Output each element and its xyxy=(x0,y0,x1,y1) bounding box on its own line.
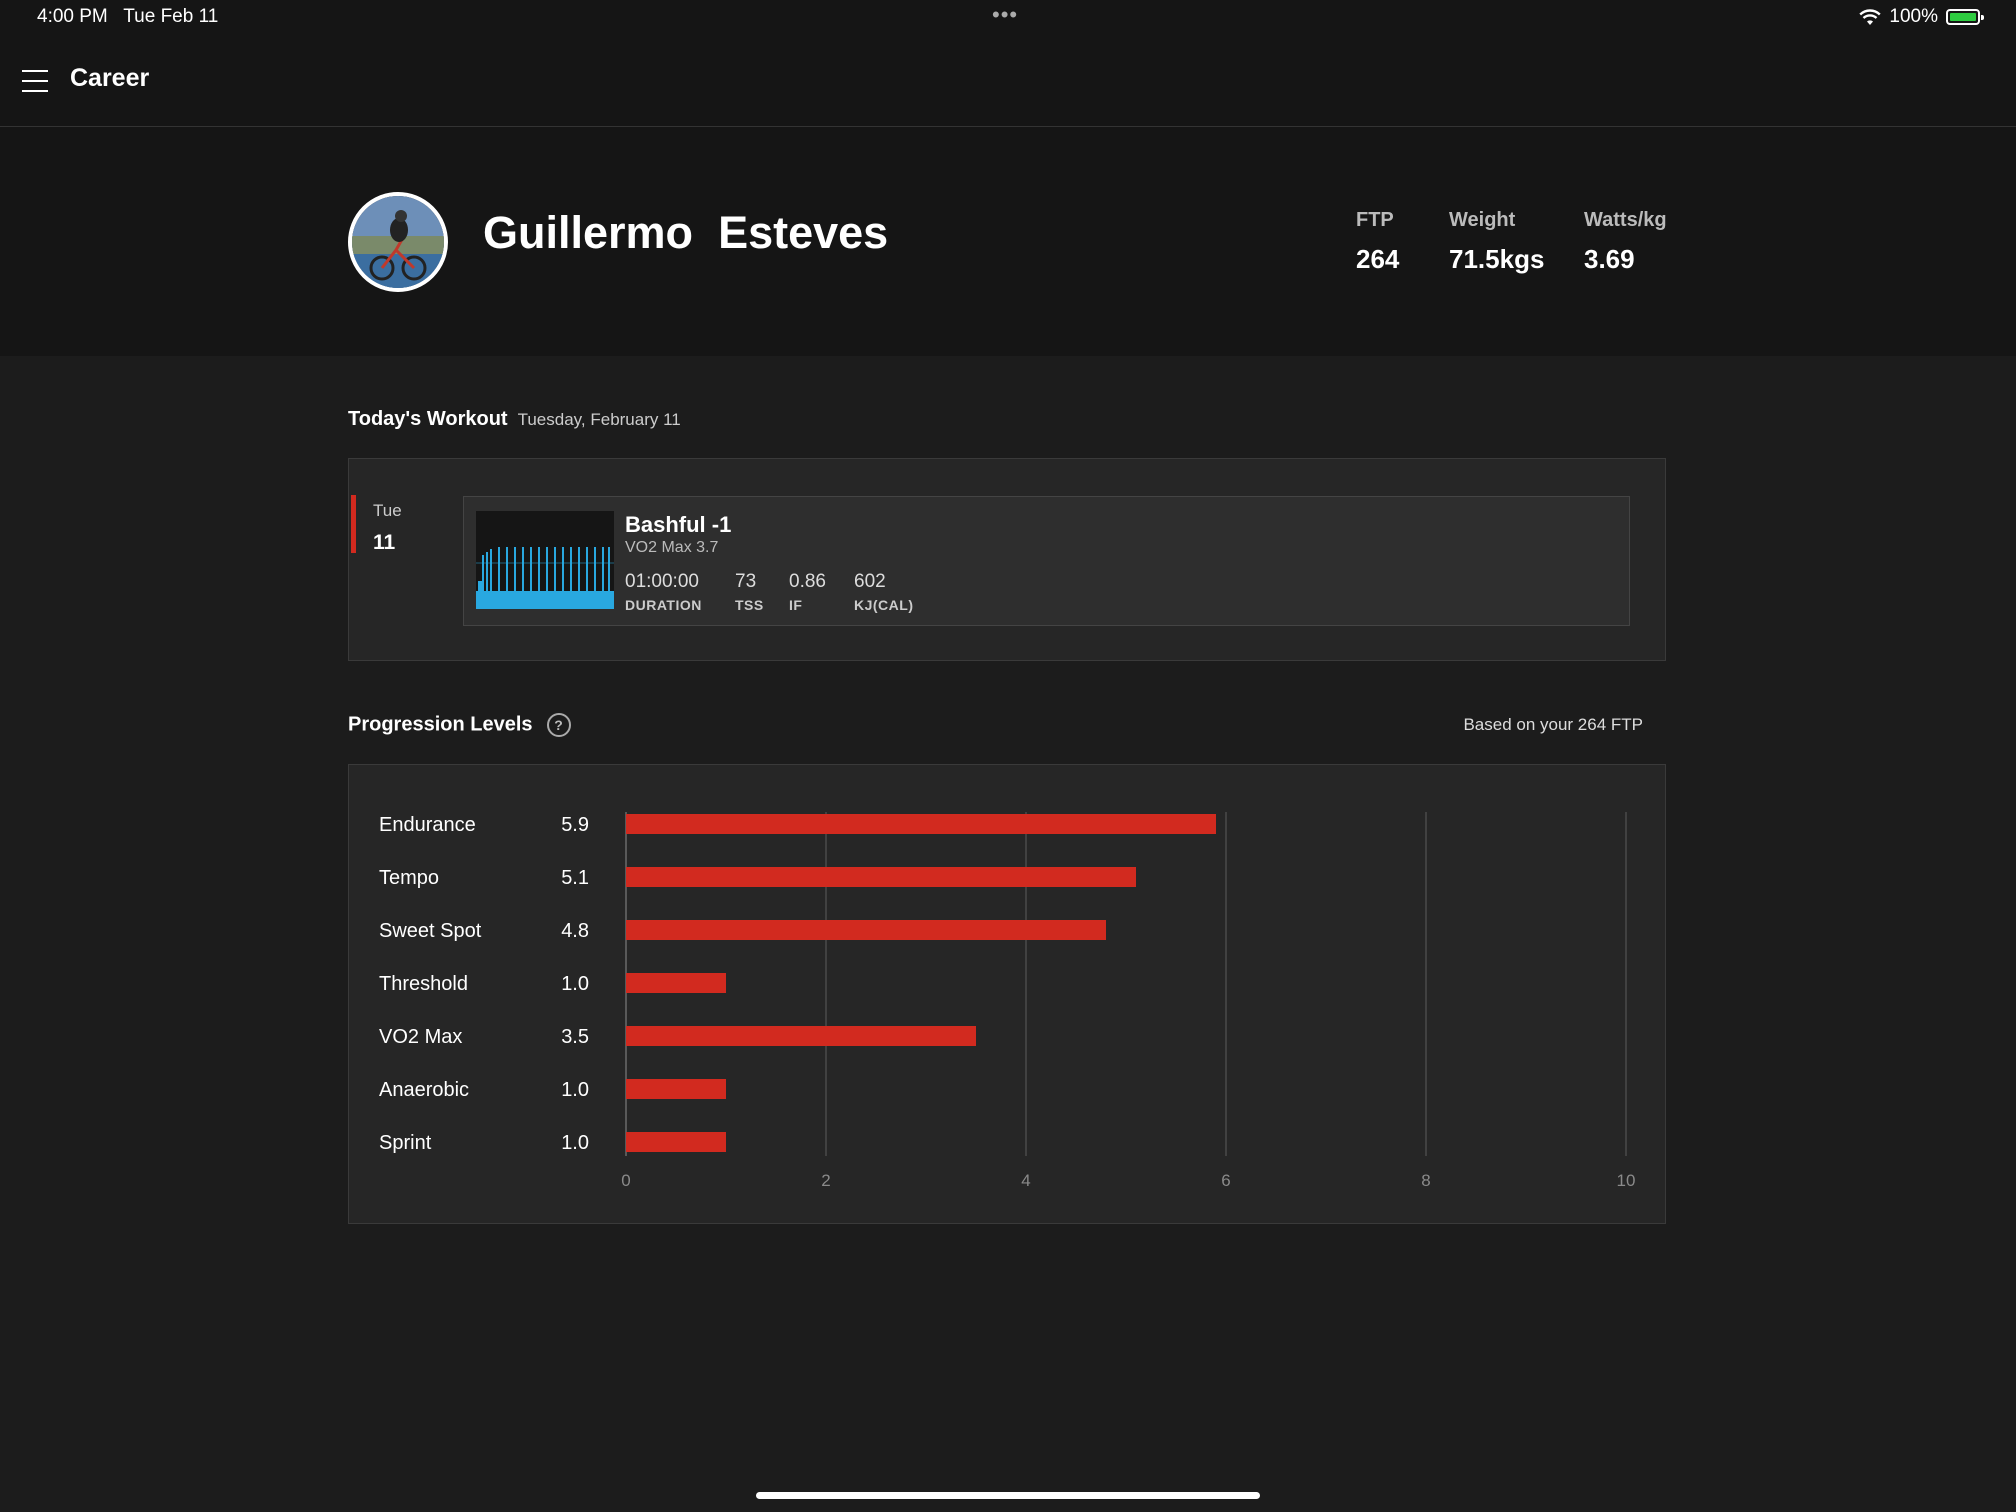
category-label: Threshold xyxy=(379,973,468,995)
status-indicators: 100% xyxy=(1859,5,1984,29)
page-title: Career xyxy=(70,64,150,92)
metric-value: 602 xyxy=(854,571,886,592)
todays-workout-date: Tuesday, February 11 xyxy=(517,410,681,429)
workout-item[interactable]: Bashful -1 VO2 Max 3.7 01:00:00 DURATION… xyxy=(463,496,1630,626)
bar-endurance xyxy=(626,814,1216,834)
category-label: VO2 Max xyxy=(379,1026,462,1048)
x-tick-label: 4 xyxy=(1021,1171,1030,1190)
stat-weight: Weight 71.5kgs xyxy=(1449,209,1544,275)
question-icon[interactable]: ? xyxy=(546,713,571,737)
bar-sweet-spot xyxy=(626,920,1106,940)
profile-header: Guillermo Esteves FTP 264 Weight 71.5kgs… xyxy=(0,127,2016,356)
workout-metric-duration: 01:00:00 DURATION xyxy=(625,571,702,613)
home-indicator[interactable] xyxy=(756,1492,1260,1499)
wifi-icon xyxy=(1859,8,1882,25)
stat-value: 264 xyxy=(1356,244,1400,274)
category-label: Sprint xyxy=(379,1132,432,1154)
x-tick-label: 10 xyxy=(1617,1171,1636,1190)
x-tick-label: 2 xyxy=(821,1171,830,1190)
metric-label: IF xyxy=(789,597,803,613)
multitasking-dots-icon[interactable]: ••• xyxy=(992,2,1018,28)
day-indicator xyxy=(351,495,356,553)
metric-label: DURATION xyxy=(625,597,702,613)
status-clock: 4:00 PM xyxy=(37,6,108,27)
user-first-name: Guillermo xyxy=(483,207,694,258)
x-tick-label: 6 xyxy=(1221,1171,1230,1190)
stat-value: 71.5kgs xyxy=(1449,244,1545,274)
progression-title: Progression Levels xyxy=(348,713,533,736)
user-last-name: Esteves xyxy=(718,207,889,258)
stat-ftp: FTP 264 xyxy=(1356,209,1399,275)
value-label: 1.0 xyxy=(561,1132,589,1154)
avatar-image xyxy=(352,196,444,288)
hamburger-icon[interactable] xyxy=(22,70,48,92)
user-name: Guillermo Esteves xyxy=(483,207,888,259)
bar-anaerobic xyxy=(626,1079,726,1099)
avatar[interactable] xyxy=(348,192,448,292)
workout-title: Bashful -1 xyxy=(625,512,732,537)
bar-vo2-max xyxy=(626,1026,976,1046)
workout-metric-tss: 73 TSS xyxy=(735,571,764,613)
bar-tempo xyxy=(626,867,1136,887)
workout-metric-if: 0.86 IF xyxy=(789,571,826,613)
x-tick-label: 0 xyxy=(621,1171,630,1190)
nav-bar: Career xyxy=(0,36,2016,127)
based-on-ftp: Based on your 264 FTP xyxy=(1463,715,1643,734)
status-date: Tue Feb 11 xyxy=(123,6,219,27)
stat-value: 3.69 xyxy=(1584,244,1635,274)
metric-value: 0.86 xyxy=(789,571,826,592)
progression-chart-card: 0 2 4 6 8 10 Endurance 5.9 Tempo 5.1 Sweet Spot 4.8… xyxy=(348,764,1666,1224)
progression-chart: 0 2 4 6 8 10 Endurance 5.9 Tempo 5.1 Sweet Spot 4.8… xyxy=(379,812,1636,1190)
metric-value: 01:00:00 xyxy=(625,571,699,592)
stat-watts-per-kg: Watts/kg 3.69 xyxy=(1584,209,1667,275)
workout-subtitle: VO2 Max 3.7 xyxy=(625,539,719,556)
stat-label: Watts/kg xyxy=(1584,209,1667,231)
todays-workout-card: Tue 11 Bashful -1 VO2 Max 3.7 01:00:00 D… xyxy=(348,458,1666,661)
battery-percent: 100% xyxy=(1889,6,1938,27)
value-label: 5.1 xyxy=(561,867,589,889)
value-label: 1.0 xyxy=(561,1079,589,1101)
category-label: Sweet Spot xyxy=(379,920,482,942)
category-label: Endurance xyxy=(379,814,476,836)
status-bar: 4:00 PM Tue Feb 11 ••• 100% xyxy=(0,0,2016,36)
status-time: 4:00 PM Tue Feb 11 xyxy=(37,6,218,28)
workout-profile-graph xyxy=(476,511,614,609)
category-label: Tempo xyxy=(379,867,439,889)
bar-threshold xyxy=(626,973,726,993)
progression-heading: Progression Levels? xyxy=(348,713,571,737)
stat-label: FTP xyxy=(1356,209,1394,231)
metric-label: KJ(CAL) xyxy=(854,597,914,613)
todays-workout-title: Today's Workout xyxy=(348,408,508,430)
x-tick-label: 8 xyxy=(1421,1171,1430,1190)
metric-value: 73 xyxy=(735,571,757,592)
battery-icon xyxy=(1946,9,1984,25)
category-label: Anaerobic xyxy=(379,1079,469,1101)
todays-workout-heading: Today's Workout Tuesday, February 11 xyxy=(348,408,681,431)
value-label: 4.8 xyxy=(561,920,589,942)
day-number: 11 xyxy=(373,531,396,554)
value-label: 5.9 xyxy=(561,814,589,836)
stat-label: Weight xyxy=(1449,209,1516,231)
value-label: 3.5 xyxy=(561,1026,589,1048)
workout-metric-kj: 602 KJ(CAL) xyxy=(854,571,914,613)
day-name: Tue xyxy=(373,501,402,520)
metric-label: TSS xyxy=(735,597,764,613)
bar-sprint xyxy=(626,1132,726,1152)
value-label: 1.0 xyxy=(561,973,589,995)
